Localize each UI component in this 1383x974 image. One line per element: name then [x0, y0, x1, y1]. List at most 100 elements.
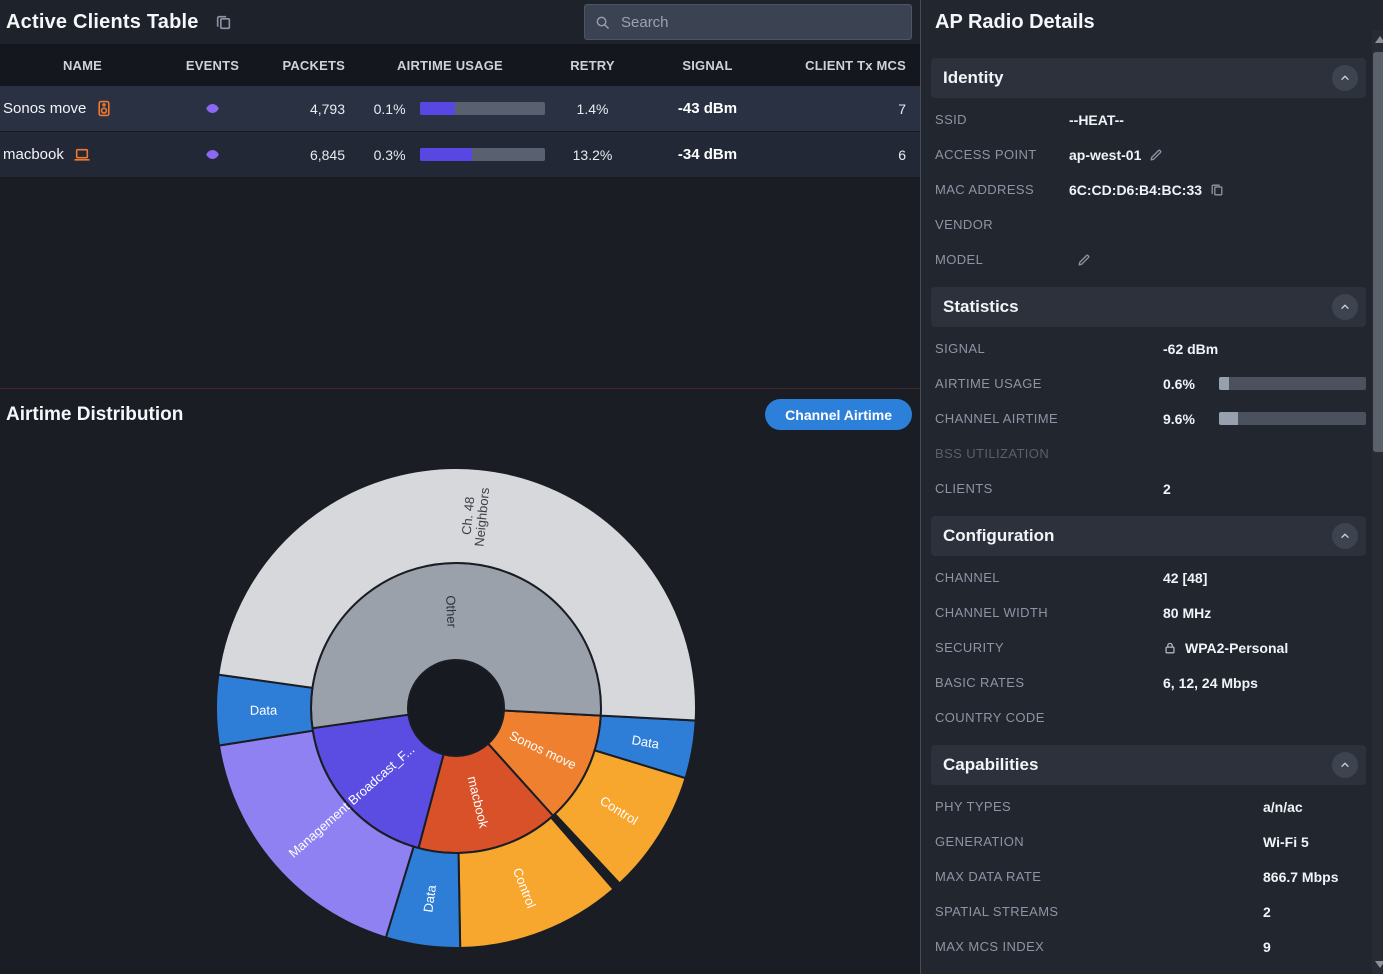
table-body: Sonos move4,7930.1%1.4%-43 dBm7macbook6,…	[0, 86, 920, 388]
table-row[interactable]: macbook 6,8450.3%13.2%-34 dBm6	[0, 132, 920, 178]
signal-value: -34 dBm	[640, 146, 775, 163]
field-label: VENDOR	[935, 217, 1069, 232]
detail-row-channel-width: CHANNEL WIDTH80 MHz	[931, 595, 1366, 630]
detail-row-security: SECURITYWPA2-Personal	[931, 630, 1366, 665]
ap-radio-details-panel: AP Radio Details IdentitySSID--HEAT--ACC…	[920, 0, 1383, 974]
field-value-cell: --HEAT--	[1069, 112, 1366, 128]
retry-value: 13.2%	[545, 147, 640, 163]
collapse-button[interactable]	[1332, 752, 1358, 778]
detail-row-clients: CLIENTS2	[931, 471, 1366, 506]
field-label: CLIENTS	[935, 481, 1163, 496]
section-title: Configuration	[943, 526, 1054, 546]
chevron-up-icon	[1338, 758, 1352, 772]
section-rows: CHANNEL42 [48]CHANNEL WIDTH80 MHzSECURIT…	[931, 556, 1366, 735]
field-value-cell: 6C:CD:D6:B4:BC:33	[1069, 182, 1366, 198]
field-label: ACCESS POINT	[935, 147, 1069, 162]
field-label: CHANNEL	[935, 570, 1163, 585]
client-tx-mcs-value: 6	[775, 147, 920, 163]
search-icon	[595, 15, 610, 30]
airtime-usage-bar-fill	[420, 148, 473, 161]
scrollbar[interactable]	[1372, 30, 1383, 974]
section-header-capabilities[interactable]: Capabilities	[931, 745, 1366, 785]
column-header-events[interactable]: EVENTS	[165, 58, 260, 73]
collapse-button[interactable]	[1332, 65, 1358, 91]
copy-icon[interactable]	[1210, 183, 1224, 197]
column-header-airtime-usage[interactable]: AIRTIME USAGE	[355, 58, 545, 73]
detail-row-phy-types: PHY TYPESa/n/ac	[931, 789, 1366, 824]
field-label: CHANNEL AIRTIME	[935, 411, 1163, 426]
field-value: 6C:CD:D6:B4:BC:33	[1069, 182, 1202, 198]
detail-row-channel: CHANNEL42 [48]	[931, 560, 1366, 595]
bar-fill	[1219, 377, 1229, 390]
edit-icon[interactable]	[1077, 253, 1091, 267]
events-icon[interactable]	[203, 101, 222, 116]
column-header-packets[interactable]: PACKETS	[260, 58, 355, 73]
section-configuration: Configuration CHANNEL42 [48]CHANNEL WIDTH…	[931, 516, 1366, 735]
detail-row-ssid: SSID--HEAT--	[931, 102, 1366, 137]
airtime-usage-bar	[1219, 377, 1366, 390]
detail-row-mac-address: MAC ADDRESS6C:CD:D6:B4:BC:33	[931, 172, 1366, 207]
table-row[interactable]: Sonos move4,7930.1%1.4%-43 dBm7	[0, 86, 920, 132]
copy-table-icon[interactable]	[215, 14, 232, 31]
events-cell	[165, 147, 260, 162]
field-value: 6, 12, 24 Mbps	[1163, 675, 1258, 691]
scrollbar-down-arrow[interactable]	[1375, 961, 1383, 968]
section-header-identity[interactable]: Identity	[931, 58, 1366, 98]
field-value-cell: WPA2-Personal	[1163, 640, 1366, 656]
retry-value: 1.4%	[545, 101, 640, 117]
field-label: AIRTIME USAGE	[935, 376, 1163, 391]
section-title: Statistics	[943, 297, 1019, 317]
field-label: BSS UTILIZATION	[935, 446, 1163, 461]
collapse-button[interactable]	[1332, 294, 1358, 320]
field-value-cell: 80 MHz	[1163, 605, 1366, 621]
section-header-configuration[interactable]: Configuration	[931, 516, 1366, 556]
events-icon[interactable]	[203, 147, 222, 162]
section-identity: IdentitySSID--HEAT--ACCESS POINTap-west-…	[931, 58, 1366, 277]
column-header-client-tx-mcs[interactable]: CLIENT Tx MCS	[775, 58, 920, 73]
detail-row-max-mcs-index: MAX MCS INDEX9	[931, 929, 1366, 964]
field-value-cell	[1069, 253, 1366, 267]
airtime-usage-bar	[420, 102, 545, 115]
chevron-up-icon	[1338, 529, 1352, 543]
field-value-cell: 866.7 Mbps	[1263, 869, 1366, 885]
packets-value: 4,793	[260, 101, 355, 117]
section-header-statistics[interactable]: Statistics	[931, 287, 1366, 327]
client-name-cell: macbook	[0, 146, 165, 163]
edit-icon[interactable]	[1149, 148, 1163, 162]
details-sections: IdentitySSID--HEAT--ACCESS POINTap-west-…	[931, 58, 1366, 964]
clients-topbar: Active Clients Table	[0, 0, 920, 44]
packets-value: 6,845	[260, 147, 355, 163]
detail-row-basic-rates: BASIC RATES6, 12, 24 Mbps	[931, 665, 1366, 700]
column-header-signal[interactable]: SIGNAL	[640, 58, 775, 73]
detail-row-signal: SIGNAL-62 dBm	[931, 331, 1366, 366]
detail-row-model: MODEL	[931, 242, 1366, 277]
field-value-cell: 2	[1263, 904, 1366, 920]
sunburst-svg: Sonos movemacbookManagement Broadcast_F.…	[0, 440, 920, 974]
bar-fill	[1219, 412, 1238, 425]
airtime-distribution-header: Airtime Distribution Channel Airtime	[0, 388, 920, 440]
channel-airtime-bar	[1219, 412, 1366, 425]
clients-panel: Active Clients Table NAMEEVENTSPACKETSAI…	[0, 0, 920, 974]
search-input[interactable]	[619, 13, 901, 32]
airtime-cell: 0.3%	[355, 147, 545, 163]
field-value: 9.6%	[1163, 411, 1207, 427]
field-value: 0.6%	[1163, 376, 1207, 392]
channel-airtime-button[interactable]: Channel Airtime	[765, 399, 912, 430]
scrollbar-up-arrow[interactable]	[1375, 36, 1383, 43]
section-rows: SIGNAL-62 dBm AIRTIME USAGE0.6% CHANNEL AI…	[931, 327, 1366, 506]
detail-row-country-code: COUNTRY CODE	[931, 700, 1366, 735]
collapse-button[interactable]	[1332, 523, 1358, 549]
client-name: Sonos move	[3, 100, 86, 117]
scrollbar-thumb[interactable]	[1373, 52, 1383, 452]
search-box[interactable]	[584, 4, 912, 40]
column-header-retry[interactable]: RETRY	[545, 58, 640, 73]
airtime-usage-bar-fill	[420, 102, 455, 115]
field-label: MAC ADDRESS	[935, 182, 1069, 197]
column-header-name[interactable]: NAME	[0, 58, 165, 73]
detail-row-spatial-streams: SPATIAL STREAMS2	[931, 894, 1366, 929]
clients-title-group: Active Clients Table	[6, 11, 232, 34]
section-title: Identity	[943, 68, 1003, 88]
field-label: BASIC RATES	[935, 675, 1163, 690]
chevron-up-icon	[1338, 300, 1352, 314]
field-value-cell: 9.6%	[1163, 411, 1366, 427]
